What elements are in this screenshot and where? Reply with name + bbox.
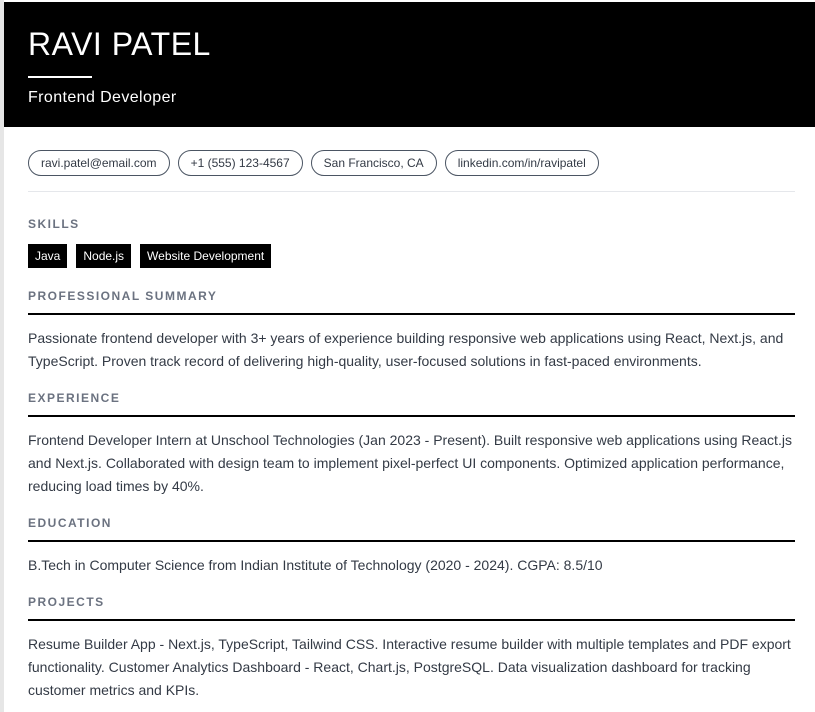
resume-header: RAVI PATEL Frontend Developer: [4, 2, 815, 127]
skills-heading: SKILLS: [28, 217, 80, 231]
name-divider: [28, 76, 92, 78]
contact-linkedin: linkedin.com/in/ravipatel: [444, 150, 599, 176]
summary-text: Passionate frontend developer with 3+ ye…: [28, 330, 784, 369]
education-section: EDUCATION B.Tech in Computer Science fro…: [28, 516, 795, 595]
contact-location: San Francisco, CA: [310, 150, 437, 176]
skill-tag: Node.js: [76, 244, 132, 268]
projects-section: PROJECTS Resume Builder App - Next.js, T…: [28, 595, 795, 712]
projects-text: Resume Builder App - Next.js, TypeScript…: [28, 636, 791, 698]
skill-tag: Website Development: [140, 244, 272, 268]
contact-email: ravi.patel@email.com: [28, 150, 170, 176]
contact-phone: +1 (555) 123-4567: [177, 150, 303, 176]
candidate-role: Frontend Developer: [28, 88, 177, 106]
summary-heading: PROFESSIONAL SUMMARY: [28, 289, 795, 315]
skill-tag: Java: [28, 244, 68, 268]
education-text: B.Tech in Computer Science from Indian I…: [28, 557, 603, 573]
projects-heading: PROJECTS: [28, 595, 795, 621]
education-heading: EDUCATION: [28, 516, 795, 542]
resume-body: ravi.patel@email.com +1 (555) 123-4567 S…: [4, 127, 815, 712]
skills-list: Java Node.js Website Development: [28, 244, 795, 268]
experience-text: Frontend Developer Intern at Unschool Te…: [28, 432, 792, 494]
resume-page: RAVI PATEL Frontend Developer ravi.patel…: [4, 2, 815, 712]
summary-section: PROFESSIONAL SUMMARY Passionate frontend…: [28, 289, 795, 391]
experience-section: EXPERIENCE Frontend Developer Intern at …: [28, 391, 795, 516]
contact-list: ravi.patel@email.com +1 (555) 123-4567 S…: [28, 150, 795, 192]
experience-heading: EXPERIENCE: [28, 391, 795, 417]
candidate-name: RAVI PATEL: [28, 26, 211, 62]
